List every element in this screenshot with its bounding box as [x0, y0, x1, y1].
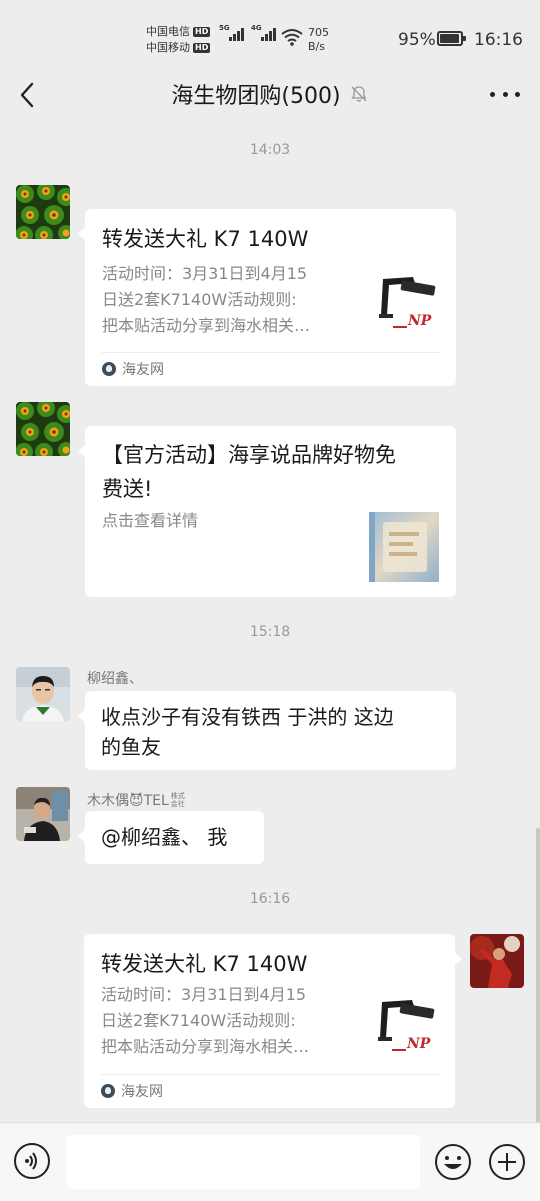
- card-source: 海友网: [102, 359, 164, 379]
- source-logo-icon: [102, 362, 116, 376]
- card-title-line: 费送!: [102, 477, 153, 501]
- signal-5g-icon: 5G: [219, 24, 244, 41]
- card-desc: 点击查看详情: [102, 511, 199, 530]
- svg-text:NP: NP: [407, 313, 432, 329]
- sender-name: 柳绍鑫、: [87, 671, 143, 687]
- scrollbar[interactable]: [536, 828, 540, 1128]
- timestamp: 16:16: [249, 891, 291, 907]
- message-bubble[interactable]: @柳绍鑫、 我: [78, 811, 264, 864]
- avatar[interactable]: [16, 787, 70, 841]
- card-divider: [102, 352, 440, 353]
- my-avatar[interactable]: [470, 934, 524, 988]
- carrier-2: 中国移动: [146, 41, 190, 54]
- speed-value: 705: [308, 26, 329, 39]
- card-title: 转发送大礼 K7 140W: [102, 227, 309, 251]
- voice-icon: [25, 1152, 37, 1170]
- message-input[interactable]: [66, 1135, 420, 1189]
- plus-icon[interactable]: [488, 1143, 526, 1181]
- message-bubble[interactable]: 收点沙子有没有铁西 于洪的 这边 的鱼友: [78, 691, 456, 770]
- card-desc-line: 活动时间：3月31日到4月15: [101, 985, 307, 1004]
- card-thumbnail: [369, 512, 439, 582]
- avatar[interactable]: [16, 185, 70, 239]
- battery-percent: 95%: [398, 30, 436, 50]
- message-text-line: 收点沙子有没有铁西 于洪的 这边: [101, 705, 394, 729]
- chat-title: 海生物团购(500): [171, 84, 341, 109]
- hd-badge: HD: [193, 27, 211, 37]
- card-title: 转发送大礼 K7 140W: [101, 952, 308, 976]
- emoji-icon[interactable]: [434, 1143, 472, 1181]
- card-desc-line: 日送2套K7140W活动规则:: [101, 1011, 296, 1030]
- signal-4g-icon: 4G: [251, 24, 276, 41]
- avatar[interactable]: [16, 667, 70, 721]
- sender-name-row: 木木偶😈TEL 株式会社: [87, 790, 187, 810]
- bell-off-icon: [350, 86, 367, 102]
- clock: 16:16: [474, 30, 523, 50]
- source-logo-icon: [101, 1084, 115, 1098]
- net-speed: 705 B/s: [308, 26, 329, 54]
- link-card-sent[interactable]: 转发送大礼 K7 140W 活动时间：3月31日到4月15 日送2套K7140W…: [84, 934, 462, 1108]
- more-options-icon[interactable]: [490, 92, 520, 100]
- card-source: 海友网: [101, 1081, 163, 1101]
- svg-text:NP: NP: [406, 1036, 431, 1052]
- input-bar: [0, 1122, 540, 1201]
- card-title-line: 【官方活动】海享说品牌好物免: [102, 443, 396, 467]
- voice-button[interactable]: [14, 1143, 50, 1179]
- lamp-thumbnail: NP: [374, 992, 444, 1062]
- message-text: @柳绍鑫、 我: [101, 825, 228, 849]
- battery-icon: [437, 31, 466, 46]
- link-card[interactable]: 转发送大礼 K7 140W 活动时间：3月31日到4月15 日送2套K7140W…: [78, 209, 456, 386]
- hd-badge: HD: [193, 43, 211, 53]
- chat-header: 海生物团购(500): [0, 70, 540, 120]
- card-divider: [101, 1074, 439, 1075]
- link-card[interactable]: 【官方活动】海享说品牌好物免 费送! 点击查看详情: [78, 426, 456, 597]
- carrier-1: 中国电信: [146, 25, 190, 38]
- message-text-line: 的鱼友: [101, 735, 161, 759]
- card-desc-line: 活动时间：3月31日到4月15: [102, 264, 308, 283]
- timestamp: 15:18: [249, 624, 291, 640]
- card-desc-line: 日送2套K7140W活动规则:: [102, 290, 297, 309]
- source-name: 海友网: [122, 362, 164, 378]
- card-desc-line: 把本贴活动分享到海水相关…: [102, 316, 311, 335]
- status-bar: 中国电信 HD 中国移动 HD 5G 4G 705 B/s 95% 16:16: [0, 0, 540, 70]
- sender-name-badge: 株式会社: [170, 792, 185, 808]
- wifi-icon: [281, 29, 303, 46]
- card-desc-line: 把本贴活动分享到海水相关…: [101, 1037, 310, 1056]
- speed-unit: B/s: [308, 40, 325, 53]
- source-name: 海友网: [121, 1084, 163, 1100]
- sender-name: 木木偶😈TEL: [87, 793, 169, 809]
- avatar[interactable]: [16, 402, 70, 456]
- carrier-info: 中国电信 HD 中国移动 HD: [146, 24, 211, 56]
- timestamp: 14:03: [249, 142, 291, 158]
- lamp-thumbnail: NP: [375, 269, 445, 339]
